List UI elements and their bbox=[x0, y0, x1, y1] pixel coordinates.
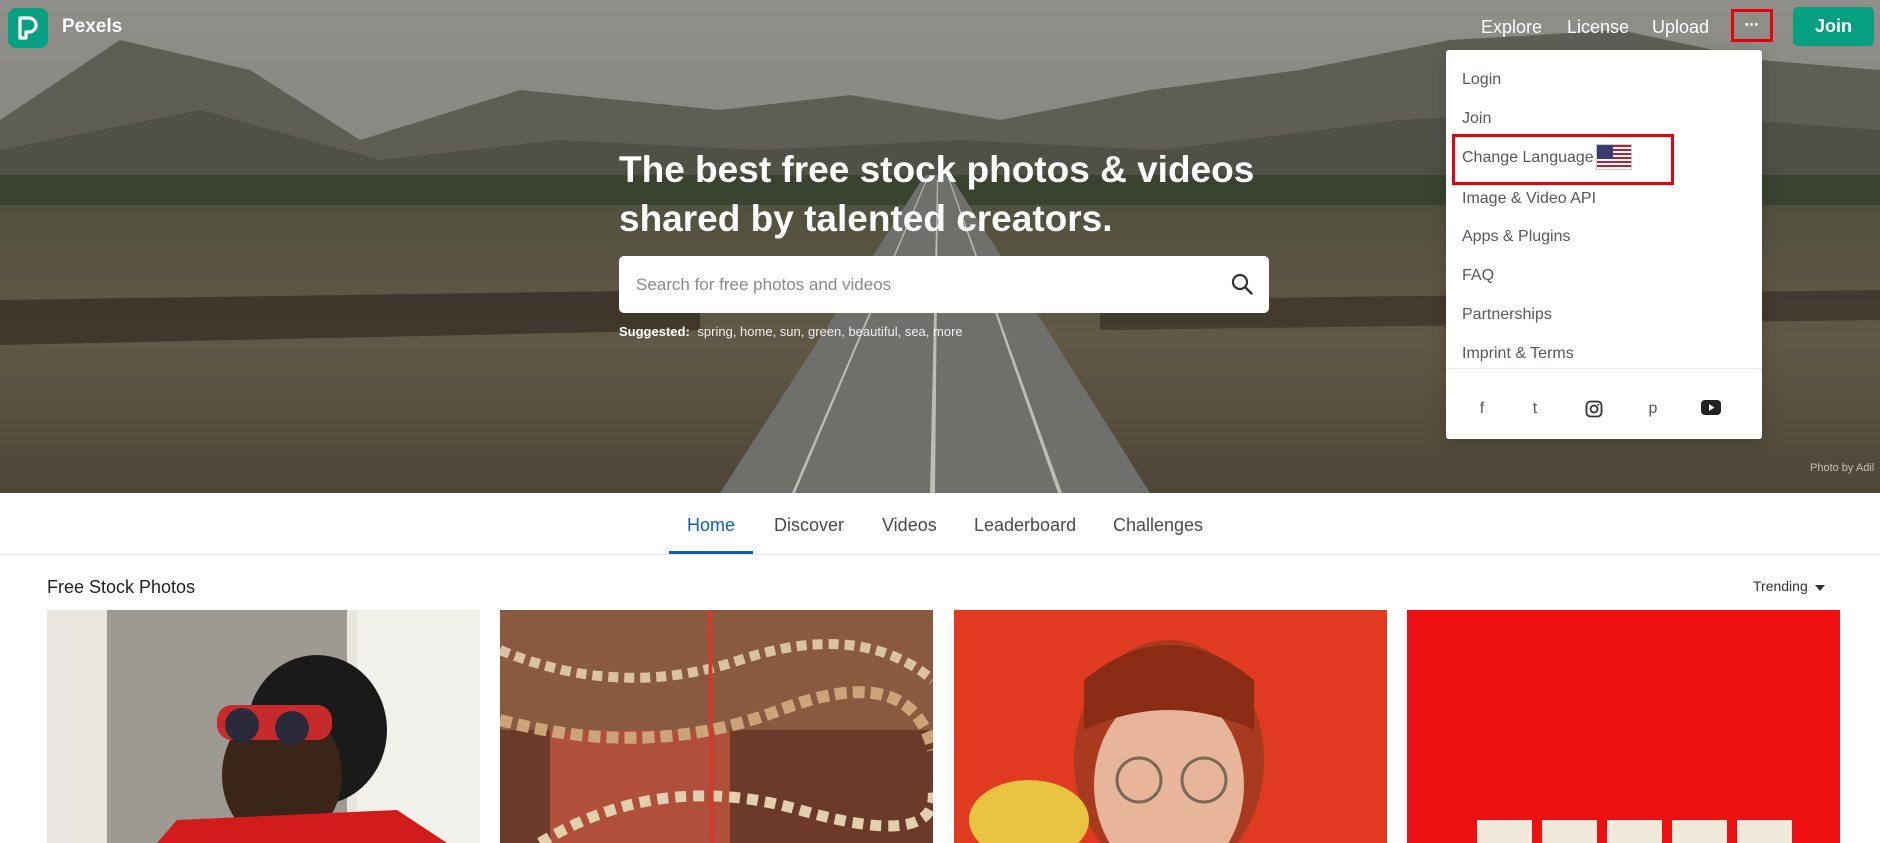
menu-item-change-language[interactable]: Change Language bbox=[1462, 149, 1594, 167]
menu-divider bbox=[1446, 368, 1762, 369]
search-input[interactable] bbox=[636, 256, 1196, 313]
sort-dropdown[interactable]: Trending bbox=[1753, 578, 1808, 594]
tab-leaderboard[interactable]: Leaderboard bbox=[974, 515, 1076, 536]
active-tab-indicator bbox=[669, 551, 753, 554]
hero-title-line-1: The best free stock photos & videos bbox=[619, 149, 1255, 190]
menu-item-partnerships[interactable]: Partnerships bbox=[1462, 306, 1552, 324]
more-options-button[interactable]: ••• bbox=[1731, 9, 1773, 42]
tab-videos[interactable]: Videos bbox=[882, 515, 937, 536]
nav-license-link[interactable]: License bbox=[1567, 17, 1629, 38]
join-button[interactable]: Join bbox=[1793, 7, 1874, 46]
tab-challenges[interactable]: Challenges bbox=[1113, 515, 1203, 536]
suggested-tags[interactable]: spring, home, sun, green, beautiful, sea… bbox=[697, 324, 962, 339]
menu-item-faq[interactable]: FAQ bbox=[1462, 267, 1494, 285]
search-icon[interactable] bbox=[1231, 273, 1253, 295]
brand-name[interactable]: Pexels bbox=[62, 16, 122, 38]
menu-item-image-video-api[interactable]: Image & Video API bbox=[1462, 190, 1596, 208]
photo-card[interactable] bbox=[1407, 610, 1840, 843]
nav-explore-link[interactable]: Explore bbox=[1481, 17, 1542, 38]
hero-title: The best free stock photos & videos shar… bbox=[619, 145, 1319, 243]
search-bar bbox=[619, 256, 1269, 313]
photo-card[interactable] bbox=[500, 610, 933, 843]
pinterest-icon[interactable]: p bbox=[1641, 400, 1665, 418]
hero-title-line-2: shared by talented creators. bbox=[619, 198, 1113, 239]
menu-item-join[interactable]: Join bbox=[1462, 110, 1491, 128]
us-flag-icon[interactable] bbox=[1596, 144, 1632, 170]
tab-discover[interactable]: Discover bbox=[774, 515, 844, 536]
menu-item-apps-plugins[interactable]: Apps & Plugins bbox=[1462, 228, 1571, 246]
top-navbar: Pexels Explore License Upload ••• Join bbox=[0, 0, 1880, 54]
menu-item-imprint-terms[interactable]: Imprint & Terms bbox=[1462, 345, 1574, 363]
twitter-icon[interactable]: t bbox=[1523, 400, 1547, 418]
menu-item-login[interactable]: Login bbox=[1462, 71, 1501, 89]
chevron-down-icon[interactable] bbox=[1815, 585, 1825, 591]
photo-card[interactable] bbox=[954, 610, 1387, 843]
instagram-icon[interactable] bbox=[1582, 400, 1606, 423]
suggested-searches: Suggested: spring, home, sun, green, bea… bbox=[619, 324, 963, 339]
tab-home[interactable]: Home bbox=[687, 515, 735, 536]
suggested-label: Suggested: bbox=[619, 324, 690, 339]
youtube-icon[interactable] bbox=[1699, 400, 1723, 420]
more-dots-icon: ••• bbox=[1744, 19, 1760, 31]
pexels-logo-icon[interactable] bbox=[8, 8, 48, 48]
nav-upload-link[interactable]: Upload bbox=[1652, 17, 1709, 38]
section-title: Free Stock Photos bbox=[47, 577, 196, 597]
facebook-icon[interactable]: f bbox=[1470, 400, 1494, 418]
photo-credit[interactable]: Photo by Adil bbox=[1810, 462, 1874, 474]
photo-card[interactable] bbox=[47, 610, 480, 843]
more-options-dropdown: Login Join Change Language Image & Video… bbox=[1446, 50, 1762, 439]
content-tabs: Home Discover Videos Leaderboard Challen… bbox=[0, 493, 1880, 555]
